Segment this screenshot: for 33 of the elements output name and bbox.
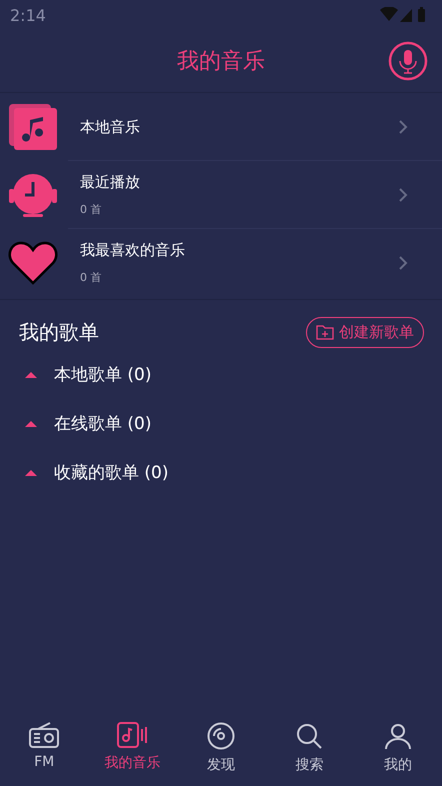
clock-headset-icon	[8, 171, 58, 219]
playlist-group[interactable]: 收藏的歌单 (0)	[54, 461, 168, 484]
triangle-icon[interactable]	[24, 468, 38, 476]
nav-tab[interactable]: 发现	[176, 722, 266, 774]
user-icon	[384, 722, 412, 750]
folder-plus-icon	[316, 324, 334, 340]
triangle-icon[interactable]	[24, 420, 38, 428]
triangle-icon[interactable]	[24, 370, 38, 378]
song-count: 0 首	[80, 202, 102, 217]
search-icon	[295, 722, 324, 750]
song-count: 0 首	[80, 270, 102, 285]
music-note-icon	[8, 104, 58, 150]
chevron-icon	[398, 119, 408, 135]
item-title[interactable]: 本地音乐	[80, 118, 140, 136]
music-note-icon	[116, 722, 149, 748]
chevron-icon	[398, 255, 408, 271]
nav-tab[interactable]: 搜索	[265, 722, 354, 774]
item-title[interactable]: 最近播放	[80, 173, 140, 192]
item-title[interactable]: 我最喜欢的音乐	[80, 241, 185, 260]
create-playlist-button[interactable]: 创建新歌单	[306, 316, 424, 348]
microphone-icon[interactable]	[388, 41, 428, 81]
nav-tab[interactable]: 我的	[354, 722, 442, 774]
radio-icon	[29, 722, 60, 748]
nav-tab[interactable]: 我的音乐	[88, 722, 177, 772]
chevron-icon	[398, 187, 408, 203]
heart-icon	[8, 241, 58, 285]
playlist-group[interactable]: 本地歌单 (0)	[54, 363, 152, 386]
playlist-group[interactable]: 在线歌单 (0)	[54, 412, 152, 435]
disc-icon	[207, 722, 236, 750]
section-title: 我的歌单	[19, 318, 99, 346]
nav-tab[interactable]: FM	[0, 722, 88, 770]
page-title: 我的音乐	[177, 48, 265, 76]
status-time: 2:14	[10, 6, 46, 24]
